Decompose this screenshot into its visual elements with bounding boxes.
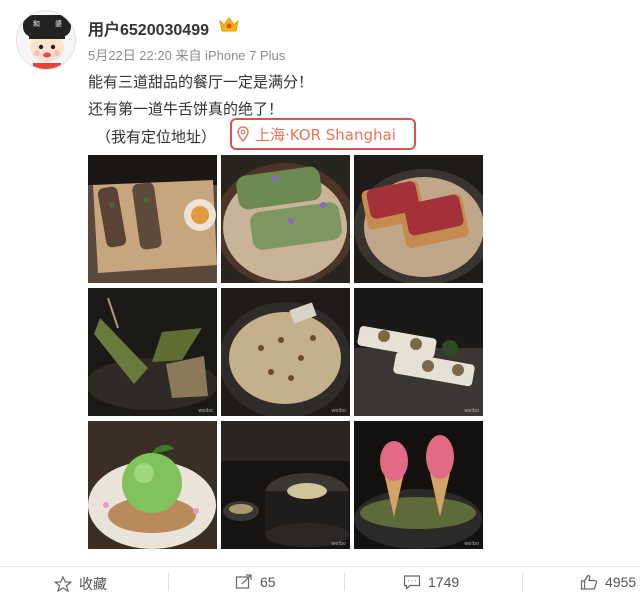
repost-button[interactable]: 65 — [235, 574, 276, 590]
like-count: 4955 — [605, 574, 637, 590]
toolbar-divider — [522, 573, 523, 591]
username[interactable]: 用户6520030499 — [88, 16, 209, 40]
svg-text:和: 和 — [33, 19, 40, 28]
location-pin-icon — [237, 126, 249, 143]
photo-5[interactable]: weibo — [221, 288, 350, 416]
share-icon — [235, 574, 252, 589]
toolbar-divider — [344, 573, 345, 591]
avatar[interactable]: 和 婆 — [16, 10, 76, 70]
location-label: 上海·KOR Shanghai — [255, 125, 396, 144]
post-text-line-3: （我有定位地址） — [96, 128, 217, 146]
photo-watermark: weibo — [331, 541, 346, 547]
photo-9[interactable]: weibo — [354, 421, 483, 549]
location-link[interactable]: 上海·KOR Shanghai — [230, 118, 416, 150]
action-toolbar: 收藏 65 1749 4955 — [0, 566, 640, 594]
toolbar-divider — [168, 573, 169, 591]
favorite-button[interactable]: 收藏 — [54, 574, 107, 594]
vip-crown-icon[interactable] — [218, 15, 240, 35]
comment-icon — [403, 575, 421, 590]
like-button[interactable]: 4955 — [580, 574, 636, 590]
photo-watermark: weibo — [464, 541, 479, 547]
photo-watermark: weibo — [464, 408, 479, 414]
photo-watermark: weibo — [198, 408, 213, 414]
comment-button[interactable]: 1749 — [403, 574, 459, 590]
post-meta: 5月22日 22:20 来自 iPhone 7 Plus — [88, 48, 286, 63]
thumbs-up-icon — [580, 574, 598, 590]
photo-7[interactable] — [88, 421, 217, 549]
photo-6[interactable]: weibo — [354, 288, 483, 416]
repost-count: 65 — [260, 574, 276, 590]
photo-watermark: weibo — [331, 408, 346, 414]
favorite-label: 收藏 — [79, 576, 107, 592]
weibo-post: 和 婆 用户6520030499 5月22日 22:20 来自 iPhone 7… — [0, 0, 640, 594]
post-text-line-1: 能有三道甜品的餐厅一定是满分！ — [88, 73, 314, 91]
photo-4[interactable]: weibo — [88, 288, 217, 416]
photo-1[interactable] — [88, 155, 217, 283]
photo-8[interactable]: weibo — [221, 421, 350, 549]
comment-count: 1749 — [428, 574, 460, 590]
photo-2[interactable] — [221, 155, 350, 283]
photo-3[interactable] — [354, 155, 483, 283]
svg-text:婆: 婆 — [55, 19, 62, 28]
star-icon — [54, 576, 72, 592]
photo-grid: weibo weibo weibo weibo weibo — [88, 155, 484, 550]
post-text-line-2: 还有第一道牛舌饼真的绝了！ — [88, 100, 284, 118]
